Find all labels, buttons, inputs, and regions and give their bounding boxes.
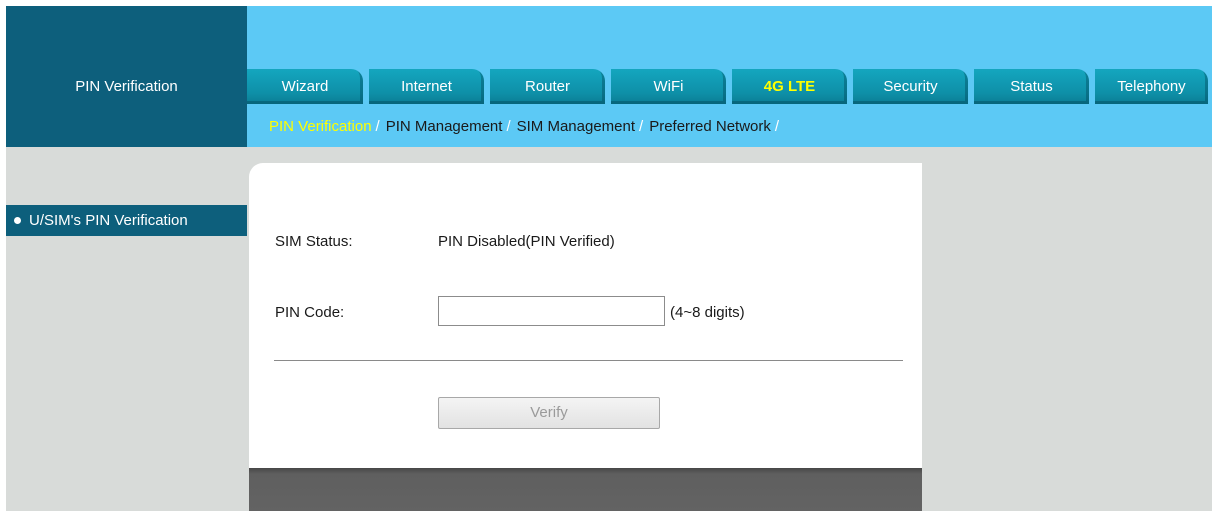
subnav-preferred-network[interactable]: Preferred Network xyxy=(649,118,771,135)
section-title: PIN Verification xyxy=(75,78,178,95)
tab-router[interactable]: Router xyxy=(490,69,605,104)
pin-code-label: PIN Code: xyxy=(275,304,345,321)
subnav-pin-verification[interactable]: PIN Verification xyxy=(269,118,372,135)
header-nav-area: Wizard Internet Router WiFi 4G LTE Secur… xyxy=(247,6,1212,147)
subnav-separator: / xyxy=(774,118,780,135)
main-nav-tabs: Wizard Internet Router WiFi 4G LTE Secur… xyxy=(247,69,1212,104)
sidebar-item-label: U/SIM's PIN Verification xyxy=(29,212,188,229)
subnav-separator: / xyxy=(639,118,644,135)
tab-4g-lte[interactable]: 4G LTE xyxy=(732,69,847,104)
subnav-separator: / xyxy=(375,118,380,135)
sidebar: U/SIM's PIN Verification xyxy=(6,147,265,511)
pin-code-input[interactable] xyxy=(438,296,665,326)
form-divider xyxy=(274,360,903,361)
subnav-pin-management[interactable]: PIN Management xyxy=(386,118,503,135)
tab-telephony[interactable]: Telephony xyxy=(1095,69,1208,104)
bullet-icon xyxy=(14,216,21,224)
content-footer-bar xyxy=(249,468,922,511)
subnav-sim-management[interactable]: SIM Management xyxy=(517,118,635,135)
sidebar-item-usim-pin-verification[interactable]: U/SIM's PIN Verification xyxy=(6,205,265,236)
tab-wizard[interactable]: Wizard xyxy=(247,69,363,104)
tab-security[interactable]: Security xyxy=(853,69,968,104)
verify-button[interactable]: Verify xyxy=(438,397,660,429)
sub-navigation: PIN Verification / PIN Management / SIM Mana… xyxy=(269,118,785,135)
sim-status-label: SIM Status: xyxy=(275,233,353,250)
header-section-panel: PIN Verification xyxy=(6,6,247,147)
tab-wifi[interactable]: WiFi xyxy=(611,69,726,104)
tab-internet[interactable]: Internet xyxy=(369,69,484,104)
sim-status-value: PIN Disabled(PIN Verified) xyxy=(438,233,615,250)
tab-status[interactable]: Status xyxy=(974,69,1089,104)
subnav-separator: / xyxy=(506,118,511,135)
right-side-panel xyxy=(922,172,1212,511)
pin-code-hint: (4~8 digits) xyxy=(670,304,745,321)
